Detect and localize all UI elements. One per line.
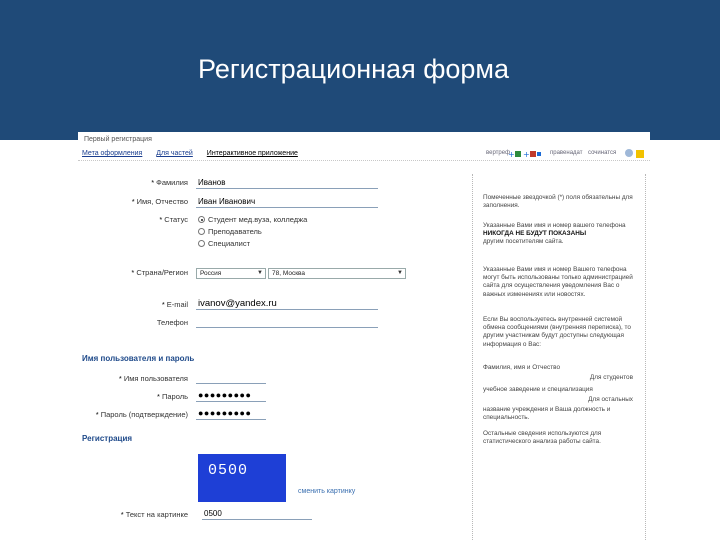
status-radio-student[interactable]: Студент мед.вуза, колледжа: [198, 215, 307, 224]
help-others-line: Для остальных: [588, 396, 633, 403]
help-messaging-note: Если Вы воспользуетесь внутренней систем…: [483, 316, 631, 348]
help-students-line: Для студентов: [589, 374, 633, 381]
svg-text:+: +: [508, 150, 515, 159]
help-school-line: учебное заведение и специализация: [483, 386, 593, 393]
top-nav: Мета оформления Для частей Интерактивное…: [82, 150, 310, 157]
registration-page-screenshot: Первый регистрация Мета оформления Для ч…: [78, 132, 650, 540]
status-radio-specialist[interactable]: Специалист: [198, 239, 250, 248]
chevron-down-icon: ▼: [257, 270, 263, 276]
captcha-image: 0500: [198, 454, 286, 502]
country-label: * Страна/Регион: [131, 268, 188, 277]
email-label: * E-mail: [161, 300, 188, 309]
icon-label-left: вертреф: [486, 150, 511, 156]
help-stats-note: Остальные сведения используются для стат…: [483, 430, 602, 446]
icon-label-mid: правенадат: [550, 150, 583, 156]
help-privacy-note: Указанные Вами имя и номер вашего телефо…: [483, 222, 626, 246]
name-input[interactable]: Иван Иванович: [196, 196, 378, 208]
account-section-heading: Имя пользователя и пароль: [82, 354, 195, 363]
radio-icon: [198, 228, 205, 235]
email-input[interactable]: ivanov@yandex.ru: [196, 298, 378, 310]
nav-link-interactive[interactable]: Интерактивное приложение: [207, 150, 298, 157]
radio-icon: [198, 240, 205, 247]
help-panel: Помеченные звездочкой (*) поля обязатель…: [472, 174, 646, 540]
registration-section-heading: Регистрация: [82, 434, 133, 443]
surname-input[interactable]: Иванов: [196, 177, 378, 189]
phone-input[interactable]: [196, 316, 378, 328]
city-select[interactable]: 78, Москва ▼: [268, 268, 406, 279]
change-captcha-link[interactable]: сменить картинку: [298, 488, 355, 495]
country-select[interactable]: Россия ▼: [196, 268, 266, 279]
name-label: * Имя, Отчество: [131, 197, 188, 206]
radio-selected-icon: [198, 216, 205, 223]
icon-label-right: сочинатся: [588, 150, 617, 156]
help-fio-line: Фамилия, имя и Отчество: [483, 364, 561, 371]
help-position-line: название учреждения и Ваша должность и с…: [483, 406, 611, 422]
status-label: * Статус: [159, 215, 188, 224]
user-icons[interactable]: [624, 148, 646, 160]
divider: [78, 160, 650, 161]
surname-label: * Фамилия: [151, 178, 188, 187]
captcha-label: * Текст на картинке: [120, 510, 188, 519]
password-confirm-input[interactable]: ●●●●●●●●●: [196, 408, 266, 420]
captcha-input[interactable]: 0500: [202, 508, 312, 520]
nav-link-parts[interactable]: Для частей: [156, 150, 193, 157]
breadcrumb: Первый регистрация: [84, 136, 152, 143]
top-icon-bar: вертреф + + правенадат сочинатся: [486, 146, 650, 164]
password-input[interactable]: ●●●●●●●●●: [196, 390, 266, 402]
toolbar-icons[interactable]: + +: [508, 148, 542, 160]
chevron-down-icon: ▼: [397, 270, 403, 276]
password-confirm-label: * Пароль (подтверждение): [95, 410, 188, 419]
help-required-note: Помеченные звездочкой (*) поля обязатель…: [483, 194, 633, 210]
help-usage-note: Указанные Вами имя и номер Вашего телефо…: [483, 266, 633, 298]
username-label: * Имя пользователя: [118, 374, 188, 383]
status-radio-teacher[interactable]: Преподаватель: [198, 227, 262, 236]
nav-link-style[interactable]: Мета оформления: [82, 150, 142, 157]
slide-title: Регистрационная форма: [198, 54, 510, 84]
captcha-code: 0500: [208, 462, 249, 479]
phone-label: Телефон: [156, 318, 188, 327]
svg-text:+: +: [523, 150, 530, 159]
username-input[interactable]: [196, 372, 266, 384]
password-label: * Пароль: [157, 392, 188, 401]
